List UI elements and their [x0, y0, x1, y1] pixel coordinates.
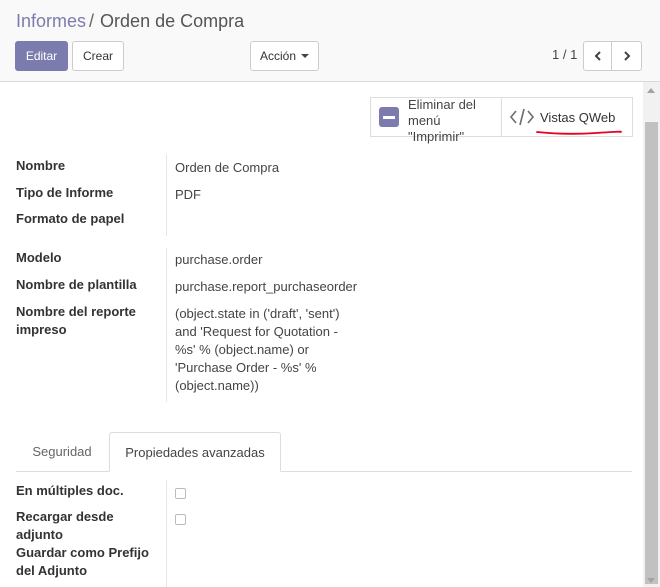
qweb-button-label: Vistas QWeb [540, 109, 616, 125]
code-icon [509, 108, 535, 126]
attachment-prefix-label: Guardar como Prefijo del Adjunto [16, 545, 149, 578]
group-divider [166, 248, 167, 402]
report-type-label: Tipo de Informe [16, 185, 114, 200]
multi-label: En múltiples doc. [16, 483, 124, 498]
caret-down-icon [301, 54, 310, 58]
paper-format-label: Formato de papel [16, 211, 125, 226]
control-panel: Informes / Orden de Compra Editar Crear Ac… [0, 0, 660, 82]
chevron-left-icon [594, 51, 601, 61]
printed-report-name-label: Nombre del reporte impreso [16, 304, 136, 337]
model-value: purchase.order [175, 252, 263, 267]
multi-checkbox[interactable] [175, 488, 186, 499]
scroll-up-arrow-icon[interactable] [647, 88, 655, 93]
pager-previous-button[interactable] [583, 41, 612, 71]
edit-button[interactable]: Editar [15, 41, 68, 71]
template-name-label: Nombre de plantilla [16, 277, 137, 292]
pager-value[interactable]: 1 / 1 [552, 47, 577, 62]
breadcrumb-parent-link[interactable]: Informes [16, 11, 86, 31]
unlink-from-print-menu-button[interactable]: Eliminar del menú "Imprimir" [371, 97, 502, 144]
model-label: Modelo [16, 250, 62, 265]
name-value: Orden de Compra [175, 160, 280, 175]
breadcrumb-current: Orden de Compra [100, 11, 245, 31]
annotation-underline [536, 130, 622, 135]
scroll-down-arrow-icon[interactable] [647, 578, 655, 583]
breadcrumb: Informes / Orden de Compra [16, 11, 244, 32]
action-dropdown-button[interactable]: Acción [250, 41, 319, 71]
unlink-button-label: Eliminar del menú "Imprimir" [408, 97, 476, 144]
create-button[interactable]: Crear [72, 41, 124, 71]
scrollbar-thumb[interactable] [645, 122, 658, 584]
reload-attachment-label: Recargar desde adjunto [16, 509, 114, 542]
form-sheet: Eliminar del menú "Imprimir" Vistas QWeb… [0, 82, 643, 587]
notebook-tabs: Seguridad Propiedades avanzadas [16, 432, 632, 472]
breadcrumb-separator: / [89, 11, 95, 31]
printed-report-name-value: (object.state in ('draft', 'sent') and '… [175, 306, 340, 393]
report-type-value: PDF [175, 187, 201, 202]
reload-attachment-checkbox[interactable] [175, 514, 186, 525]
template-name-value: purchase.report_purchaseorder [175, 279, 358, 294]
group-divider [166, 154, 167, 236]
tab-security[interactable]: Seguridad [16, 432, 108, 471]
tab-advanced-properties[interactable]: Propiedades avanzadas [109, 432, 281, 472]
minus-square-icon [379, 107, 399, 127]
group-divider [166, 480, 167, 587]
name-label: Nombre [16, 158, 66, 173]
chevron-right-icon [623, 51, 630, 61]
pager-next-button[interactable] [611, 41, 642, 71]
action-label: Acción [259, 49, 297, 63]
